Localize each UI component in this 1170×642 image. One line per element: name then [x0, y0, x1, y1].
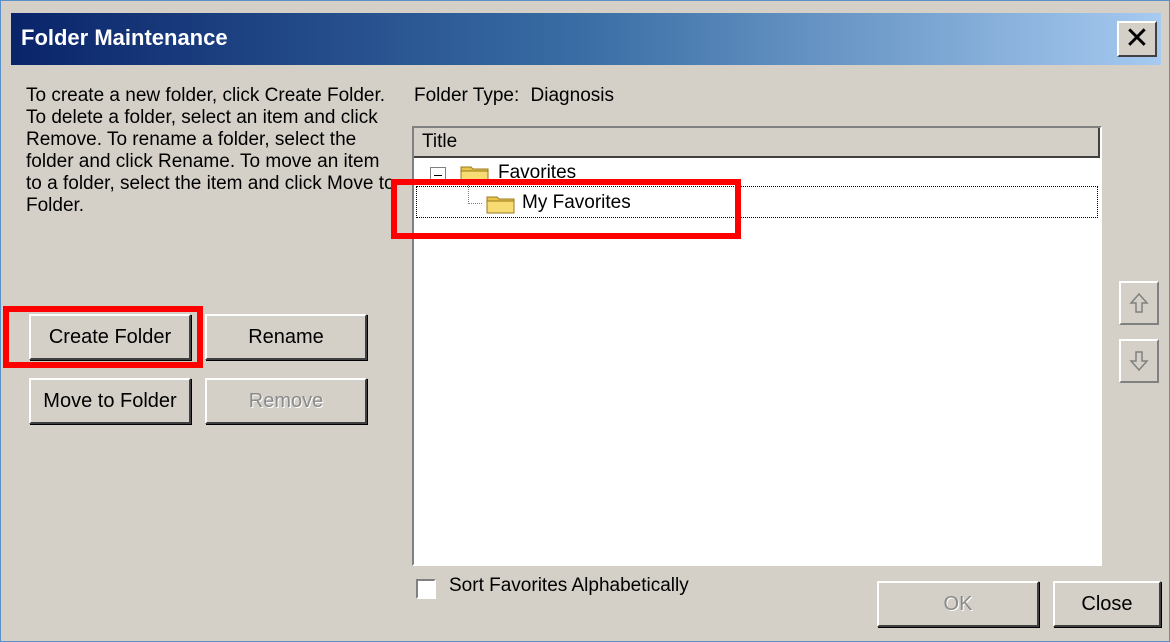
down-arrow-icon: [1129, 351, 1149, 372]
collapse-icon[interactable]: [430, 167, 446, 183]
move-down-button[interactable]: [1119, 339, 1159, 383]
move-to-folder-button[interactable]: Move to Folder: [29, 378, 191, 424]
folder-icon: [460, 166, 489, 184]
tree-item-label: Favorites: [498, 162, 577, 183]
rename-button[interactable]: Rename: [205, 314, 367, 360]
folder-icon: [486, 196, 515, 214]
title-bar: Folder Maintenance ✕: [11, 13, 1161, 65]
folder-type-value: Diagnosis: [530, 85, 614, 106]
window-title: Folder Maintenance: [21, 25, 228, 50]
move-up-button[interactable]: [1119, 281, 1159, 325]
close-window-button[interactable]: ✕: [1117, 21, 1157, 57]
create-folder-button[interactable]: Create Folder: [29, 314, 191, 360]
folder-tree[interactable]: Title Favorites My Favorites: [412, 126, 1102, 566]
title-column-header[interactable]: Title: [414, 128, 1100, 158]
tree-item-label: My Favorites: [522, 192, 631, 213]
close-button[interactable]: Close: [1053, 581, 1161, 627]
instructions-text: To create a new folder, click Create Fol…: [26, 85, 395, 216]
sort-alphabetically-checkbox[interactable]: [416, 579, 436, 599]
folder-type-line: Folder Type: Diagnosis: [414, 85, 614, 107]
close-icon: ✕: [1124, 22, 1150, 55]
remove-button[interactable]: Remove: [205, 378, 367, 424]
sort-alphabetically-label[interactable]: Sort Favorites Alphabetically: [449, 575, 689, 597]
tree-item-favorites[interactable]: Favorites: [414, 160, 1100, 188]
folder-type-label: Folder Type:: [414, 85, 520, 106]
ok-button[interactable]: OK: [877, 581, 1039, 627]
up-arrow-icon: [1129, 292, 1149, 313]
folder-maintenance-dialog: Folder Maintenance ✕ To create a new fol…: [0, 0, 1170, 642]
tree-item-my-favorites[interactable]: My Favorites: [414, 190, 1100, 218]
